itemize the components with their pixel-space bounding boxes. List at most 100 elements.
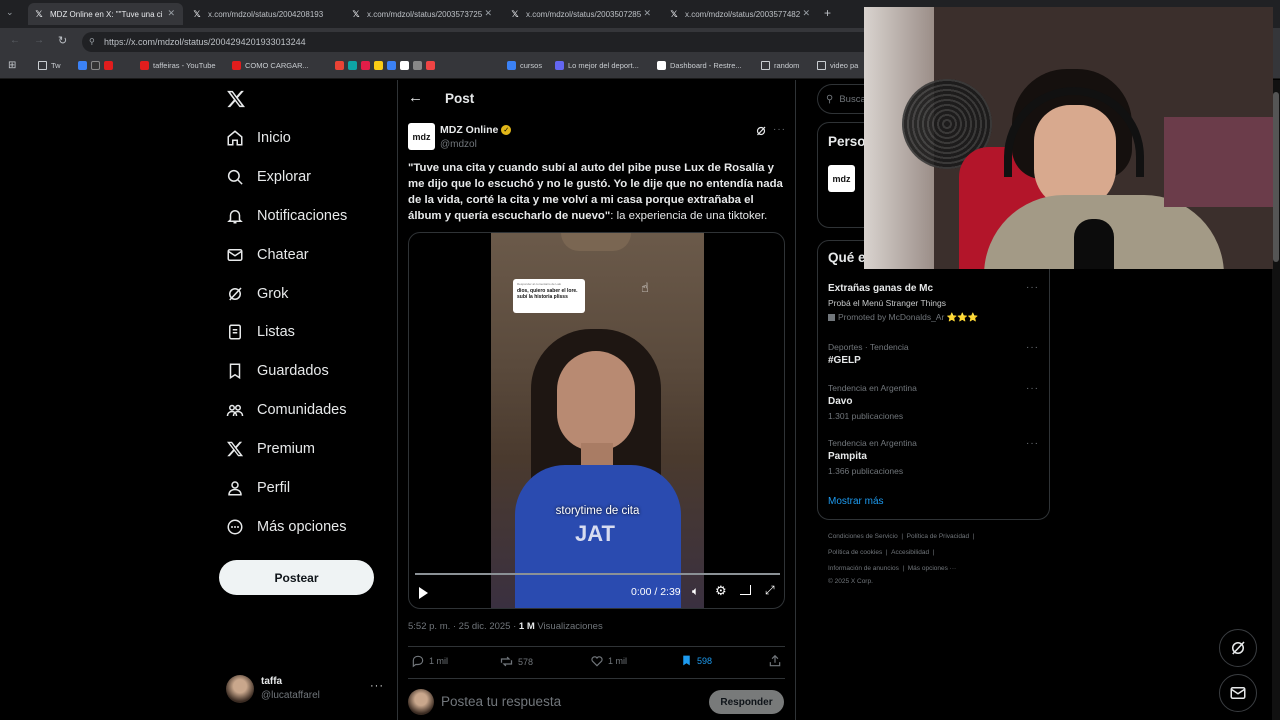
tab-4[interactable]: 𝕏 x.com/mdzol/status/2003507285 ✕ bbox=[504, 3, 659, 25]
home-icon bbox=[227, 130, 243, 146]
bookmark-deportes[interactable]: Lo mejor del deport... bbox=[555, 61, 639, 70]
tab-search-icon[interactable]: ⌄ bbox=[6, 7, 14, 18]
trend-more-icon[interactable]: ··· bbox=[1026, 383, 1039, 394]
author-handle[interactable]: @mdzol bbox=[440, 139, 477, 150]
x-logo-icon[interactable] bbox=[226, 89, 246, 109]
trend-item[interactable]: Extrañas ganas de Mc Probá el Menú Stran… bbox=[828, 283, 1038, 323]
video-time: 0:00 / 2:39 bbox=[631, 586, 681, 598]
fullscreen-icon[interactable]: ⤢ bbox=[765, 583, 775, 598]
nav-item-explorar[interactable]: Explorar bbox=[226, 164, 311, 190]
account-switcher[interactable]: taffa @lucataffarel ··· bbox=[226, 674, 386, 706]
like-action[interactable]: 1 mil bbox=[590, 654, 627, 668]
pip-icon[interactable] bbox=[740, 585, 751, 595]
show-more-link[interactable]: Mostrar más bbox=[828, 496, 884, 507]
nav-item-inicio[interactable]: Inicio bbox=[226, 125, 291, 151]
bookmark-cargar[interactable]: COMO CARGAR... bbox=[232, 61, 309, 70]
tab-5[interactable]: 𝕏 x.com/mdzol/status/2003577482 ✕ bbox=[663, 3, 818, 25]
x-favicon-icon: 𝕏 bbox=[193, 8, 201, 19]
bookmark-youtube[interactable]: taffeiras - YouTube bbox=[140, 61, 216, 70]
trend-item[interactable]: Tendencia en Argentina Davo 1.301 public… bbox=[828, 383, 1038, 421]
bookmark-tw[interactable]: Tw bbox=[38, 61, 61, 70]
reply-input[interactable]: Postea tu respuesta bbox=[441, 694, 561, 709]
nav-item-grok[interactable]: Grok bbox=[226, 281, 288, 307]
footer-link[interactable]: Más opciones ··· bbox=[908, 565, 956, 572]
bookmark-label: Tw bbox=[51, 61, 61, 70]
bookmark-icons-group-2[interactable] bbox=[335, 61, 439, 70]
back-arrow-icon[interactable]: ← bbox=[408, 89, 423, 106]
bookmark-icons-group[interactable] bbox=[78, 61, 117, 70]
post-button[interactable]: Postear bbox=[219, 560, 374, 595]
scrollbar[interactable] bbox=[1272, 80, 1280, 720]
nav-item-guardados[interactable]: Guardados bbox=[226, 358, 329, 384]
nav-item-perfil[interactable]: Perfil bbox=[226, 475, 290, 501]
post-more-icon[interactable]: ··· bbox=[773, 124, 786, 135]
video-progress-track[interactable] bbox=[415, 573, 780, 575]
nav-item-notificaciones[interactable]: Notificaciones bbox=[226, 203, 347, 229]
trend-promo: Promoted by McDonalds_Ar ⭐⭐⭐ bbox=[828, 312, 1038, 323]
tab-2[interactable]: 𝕏 x.com/mdzol/status/2004208193 bbox=[186, 3, 341, 25]
volume-icon[interactable]: 🔈︎ bbox=[692, 584, 699, 599]
bookmark-filled-icon bbox=[683, 655, 690, 666]
bookmark-action[interactable]: 598 bbox=[680, 654, 712, 667]
repost-action[interactable]: 578 bbox=[499, 654, 533, 669]
footer-link[interactable]: Información de anuncios bbox=[828, 565, 899, 572]
grok-icon bbox=[229, 287, 242, 301]
scrollbar-thumb[interactable] bbox=[1273, 92, 1279, 262]
share-icon[interactable] bbox=[768, 654, 782, 668]
grok-icon[interactable] bbox=[755, 124, 767, 136]
post-timestamp[interactable]: 5:52 p. m. · 25 dic. 2025 · bbox=[408, 621, 519, 632]
bookmark-cursos[interactable]: cursos bbox=[507, 61, 542, 70]
author-avatar[interactable]: mdz bbox=[408, 123, 435, 150]
play-icon[interactable] bbox=[419, 587, 428, 599]
account-handle: @lucataffarel bbox=[261, 690, 320, 701]
bookmark-label: taffeiras - YouTube bbox=[153, 61, 216, 70]
more-icon[interactable]: ··· bbox=[370, 680, 384, 692]
trend-more-icon[interactable]: ··· bbox=[1026, 342, 1039, 353]
back-icon[interactable]: ← bbox=[10, 35, 20, 46]
nav-item-chatear[interactable]: Chatear bbox=[226, 242, 309, 268]
grok-float-button[interactable] bbox=[1219, 629, 1257, 667]
trend-item[interactable]: Tendencia en Argentina Pampita 1.366 pub… bbox=[828, 438, 1038, 476]
video-player[interactable]: JAT Responder al comentario de Lalo dios… bbox=[408, 232, 785, 609]
settings-icon[interactable]: ⚙ bbox=[715, 583, 727, 599]
nav-item-listas[interactable]: Listas bbox=[226, 319, 295, 345]
trend-more-icon[interactable]: ··· bbox=[1026, 438, 1039, 449]
footer-link[interactable]: Accesibilidad bbox=[891, 549, 929, 556]
close-tab-icon[interactable]: ✕ bbox=[802, 8, 810, 19]
close-tab-icon[interactable]: ✕ bbox=[643, 8, 651, 19]
close-tab-icon[interactable]: ✕ bbox=[167, 8, 175, 19]
author-name[interactable]: MDZ Online ✓ bbox=[440, 124, 512, 136]
tab-3[interactable]: 𝕏 x.com/mdzol/status/2003573725 ✕ bbox=[345, 3, 500, 25]
site-info-icon[interactable]: ⚲ bbox=[89, 32, 95, 52]
trend-more-icon[interactable]: ··· bbox=[1026, 282, 1039, 293]
trend-sub: 1.366 publicaciones bbox=[828, 466, 904, 476]
reply-action[interactable]: 1 mil bbox=[411, 654, 448, 668]
suggested-avatar[interactable]: mdz bbox=[828, 165, 855, 192]
bookmark-video[interactable]: video pa bbox=[817, 61, 858, 70]
nav-label: Explorar bbox=[257, 169, 311, 185]
x-favicon-icon: 𝕏 bbox=[352, 8, 360, 19]
messages-float-button[interactable] bbox=[1219, 674, 1257, 712]
bookmark-random[interactable]: random bbox=[761, 61, 799, 70]
nav-item-premium[interactable]: Premium bbox=[226, 436, 315, 462]
new-tab-button[interactable]: + bbox=[824, 6, 831, 20]
trend-title: #GELP bbox=[828, 355, 861, 366]
bubble-header: Responder al comentario de Lalo bbox=[517, 282, 562, 286]
mail-icon bbox=[1230, 687, 1246, 699]
close-tab-icon[interactable]: ✕ bbox=[484, 8, 492, 19]
footer-link[interactable]: Política de cookies bbox=[828, 549, 882, 556]
nav-item-mas-opciones[interactable]: Más opciones bbox=[226, 514, 346, 540]
apps-icon[interactable]: ⊞ bbox=[8, 60, 16, 71]
tab-1[interactable]: 𝕏 MDZ Online en X: ""Tuve una ci ✕ bbox=[28, 3, 183, 25]
nav-item-comunidades[interactable]: Comunidades bbox=[226, 397, 346, 423]
trend-item[interactable]: Deportes · Tendencia #GELP bbox=[828, 342, 1038, 366]
pink-wall bbox=[1164, 117, 1273, 207]
repost-count: 578 bbox=[518, 656, 534, 667]
forward-icon[interactable]: → bbox=[34, 35, 44, 46]
footer-link[interactable]: Condiciones de Servicio bbox=[828, 533, 898, 540]
bookmark-dashboard[interactable]: Dashboard - Restre... bbox=[657, 61, 742, 70]
footer-link[interactable]: Política de Privacidad bbox=[907, 533, 970, 540]
reply-button[interactable]: Responder bbox=[709, 690, 784, 714]
trend-title: Pampita bbox=[828, 451, 867, 462]
reload-icon[interactable]: ↻ bbox=[58, 34, 67, 47]
